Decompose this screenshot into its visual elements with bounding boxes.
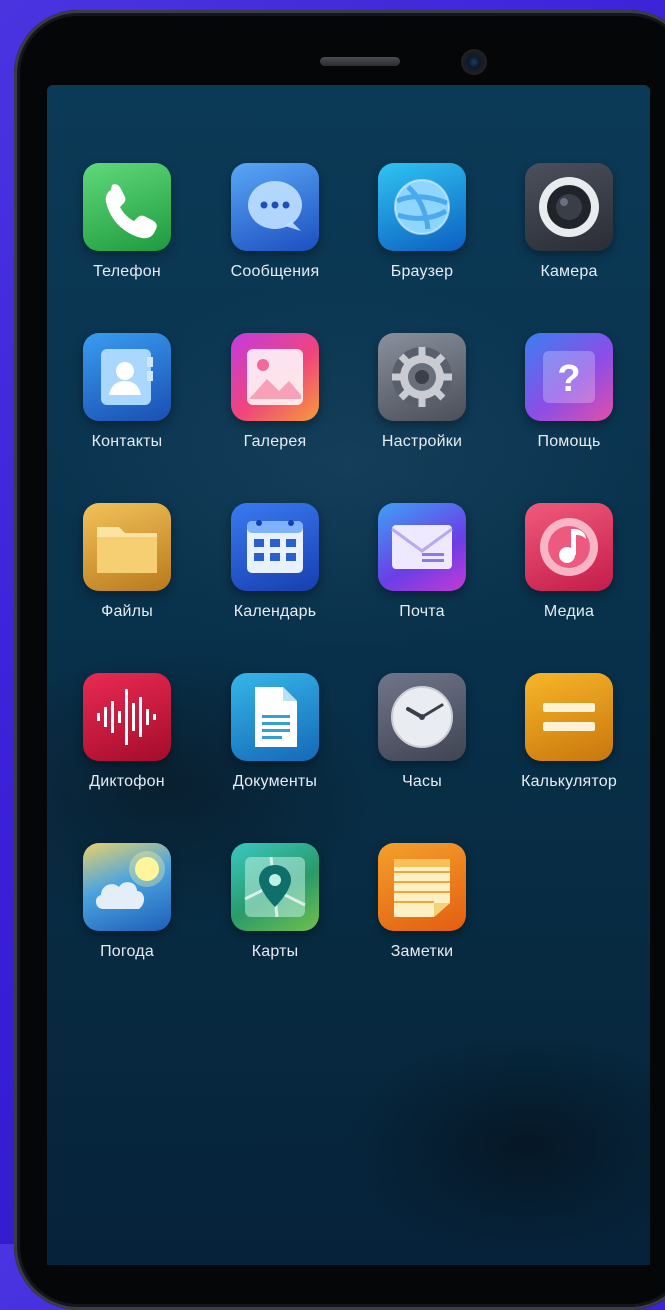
app-label: Документы xyxy=(232,773,318,790)
app-grid: Телефон Сообщения Браузер Камера Контакт… xyxy=(47,85,650,1265)
gear-icon xyxy=(378,333,466,421)
app-label: Диктофон xyxy=(89,773,165,790)
app-label: Медиа xyxy=(543,603,595,620)
question-icon: ? xyxy=(525,333,613,421)
envelope-icon xyxy=(378,503,466,591)
front-camera xyxy=(461,49,487,75)
app-label: Часы xyxy=(402,773,442,790)
app-contacts[interactable]: Контакты xyxy=(67,333,187,463)
app-label: Браузер xyxy=(390,263,454,280)
picture-icon xyxy=(231,333,319,421)
app-messages[interactable]: Сообщения xyxy=(215,163,335,293)
folder-icon xyxy=(83,503,171,591)
app-label: Карты xyxy=(251,943,299,960)
camera-lens-icon xyxy=(525,163,613,251)
app-label: Контакты xyxy=(91,433,163,450)
app-settings[interactable]: Настройки xyxy=(362,333,482,463)
svg-text:?: ? xyxy=(557,358,580,400)
app-mail[interactable]: Почта xyxy=(362,503,482,633)
waveform-icon xyxy=(83,673,171,761)
app-label: Камера xyxy=(540,263,598,280)
app-calendar[interactable]: Календарь xyxy=(215,503,335,633)
app-recorder[interactable]: Диктофон xyxy=(67,673,187,803)
app-notes[interactable]: Заметки xyxy=(362,843,482,973)
app-label: Галерея xyxy=(243,433,307,450)
app-weather[interactable]: Погода xyxy=(67,843,187,973)
app-label: Календарь xyxy=(233,603,317,620)
document-icon xyxy=(231,673,319,761)
contact-card-icon xyxy=(83,333,171,421)
music-note-icon xyxy=(525,503,613,591)
app-label: Настройки xyxy=(381,433,463,450)
app-maps[interactable]: Карты xyxy=(215,843,335,973)
earpiece xyxy=(320,57,400,66)
app-documents[interactable]: Документы xyxy=(215,673,335,803)
app-label: Погода xyxy=(100,943,154,960)
globe-icon xyxy=(378,163,466,251)
app-browser[interactable]: Браузер xyxy=(362,163,482,293)
app-label: Телефон xyxy=(93,263,161,280)
home-screen: Телефон Сообщения Браузер Камера Контакт… xyxy=(47,85,650,1265)
map-pin-icon xyxy=(231,843,319,931)
app-label: Сообщения xyxy=(230,263,320,280)
app-label: Файлы xyxy=(101,603,153,620)
app-label: Помощь xyxy=(537,433,601,450)
app-help[interactable]: ? Помощь xyxy=(509,333,629,463)
calendar-icon xyxy=(231,503,319,591)
equals-icon xyxy=(525,673,613,761)
app-gallery[interactable]: Галерея xyxy=(215,333,335,463)
chat-bubble-icon xyxy=(231,163,319,251)
app-phone[interactable]: Телефон xyxy=(67,163,187,293)
app-label: Заметки xyxy=(390,943,454,960)
app-media[interactable]: Медиа xyxy=(509,503,629,633)
clock-icon xyxy=(378,673,466,761)
sun-cloud-icon xyxy=(83,843,171,931)
app-calculator[interactable]: Калькулятор xyxy=(509,673,629,803)
app-clock[interactable]: Часы xyxy=(362,673,482,803)
app-camera[interactable]: Камера xyxy=(509,163,629,293)
app-label: Калькулятор xyxy=(521,773,617,790)
app-label: Почта xyxy=(399,603,445,620)
app-files[interactable]: Файлы xyxy=(67,503,187,633)
phone-icon xyxy=(83,163,171,251)
notepad-icon xyxy=(378,843,466,931)
